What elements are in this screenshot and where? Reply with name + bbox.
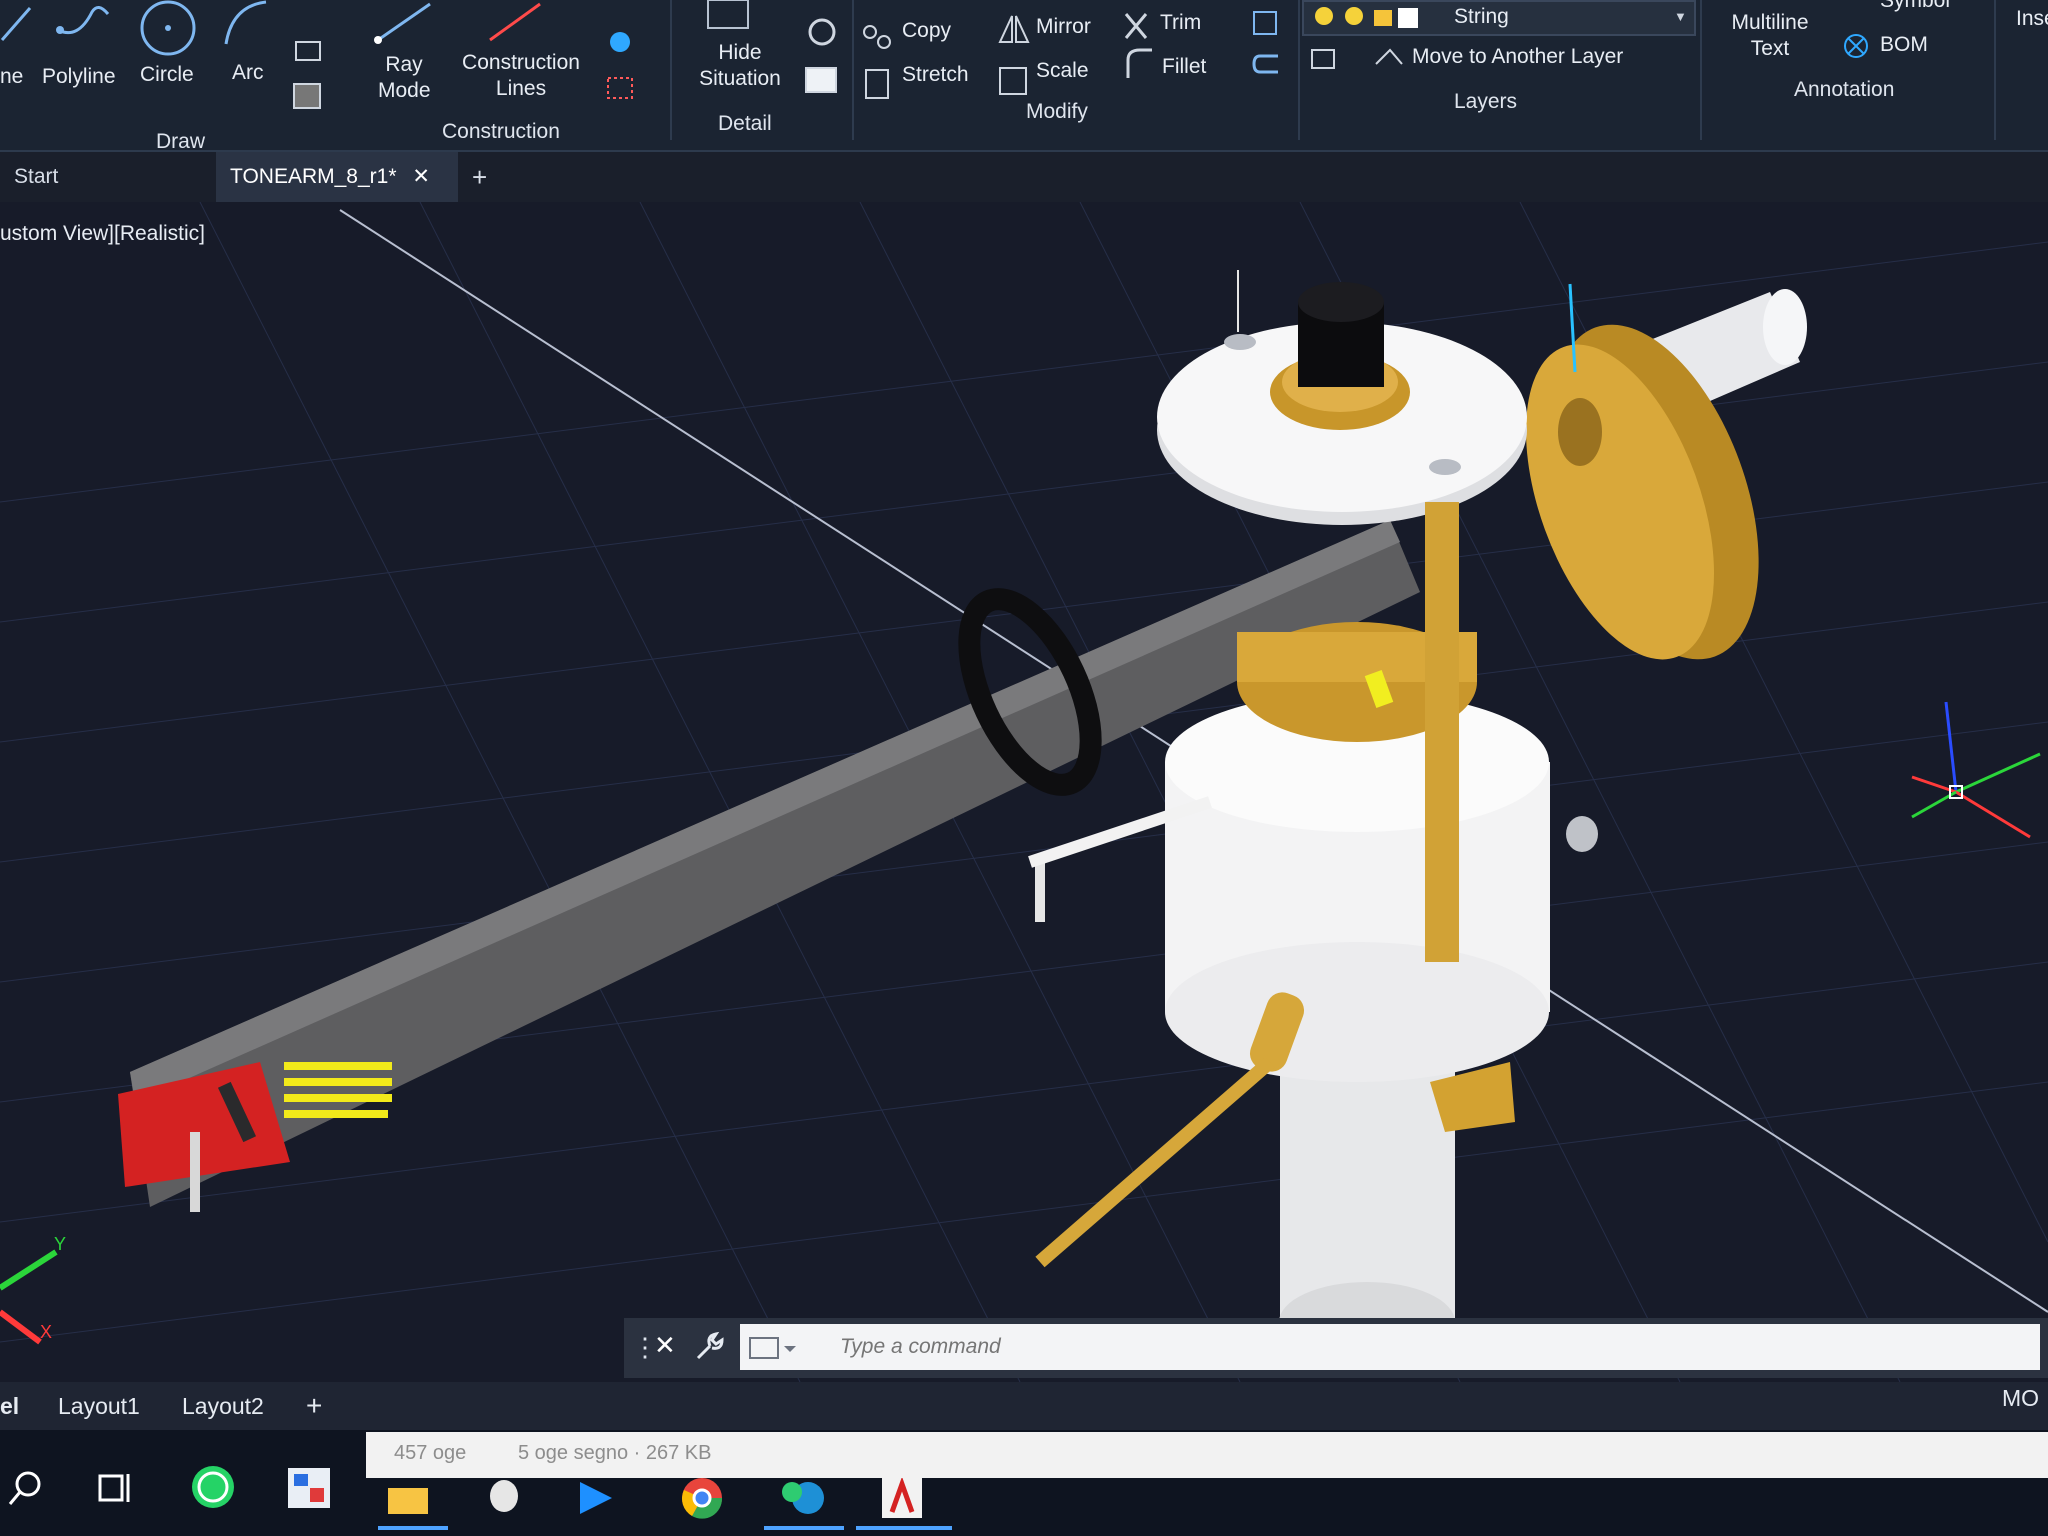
construction-lines-button[interactable]: Construction Lines	[456, 50, 586, 102]
layout-tab-bar: el Layout1 Layout2 + MO	[0, 1382, 2048, 1430]
panel-modify[interactable]: Modify	[1026, 100, 1088, 124]
ucs-y-label: Y	[54, 1234, 66, 1254]
taskbar-active-indicator	[378, 1526, 448, 1530]
construction-line-icon	[489, 2, 541, 42]
bearing-plate	[1157, 282, 1527, 525]
document-tab-bar: Start TONEARM_8_r1* ✕ +	[0, 152, 2048, 202]
panel-draw[interactable]: Draw	[156, 130, 205, 154]
command-history-icon[interactable]	[748, 1336, 798, 1362]
file-explorer-icon[interactable]	[384, 1480, 434, 1516]
trim-construction-icon	[607, 77, 633, 99]
sun-icon	[1345, 7, 1363, 25]
layer-color-swatch	[1398, 8, 1418, 28]
box-icon	[1253, 11, 1277, 35]
mirror-icon	[998, 15, 1030, 43]
app-icon[interactable]	[286, 1466, 332, 1510]
mirror-scale-icons	[998, 15, 1030, 95]
multiline-text-button[interactable]: Multiline Text	[1720, 10, 1820, 62]
layer-state-icons	[1315, 7, 1418, 28]
line-button[interactable]: ne	[0, 64, 23, 90]
wrench-icon[interactable]	[692, 1330, 726, 1364]
tonearm-3d-model: Y X	[0, 202, 2048, 1382]
panel-layers[interactable]: Layers	[1454, 90, 1517, 114]
symbol-button[interactable]: Symbol	[1880, 0, 1950, 14]
bom-icon	[1844, 34, 1868, 58]
close-icon[interactable]: ✕	[412, 165, 430, 188]
ucs-tripod	[1911, 701, 2041, 839]
pivot-column	[1165, 622, 1550, 1362]
stretch-icon	[865, 69, 889, 99]
alien-icon[interactable]	[484, 1478, 524, 1518]
fillet-button[interactable]: Fillet	[1162, 54, 1206, 80]
rectangle-icon	[295, 41, 321, 61]
chrome-icon[interactable]	[680, 1476, 724, 1520]
new-tab-button[interactable]: +	[458, 152, 501, 202]
whatsapp-icon[interactable]	[190, 1464, 236, 1510]
chevron-down-icon: ▼	[1674, 9, 1687, 24]
ucs-x-label: X	[40, 1322, 52, 1342]
mirror-button[interactable]: Mirror	[1036, 14, 1091, 40]
command-input[interactable]	[740, 1324, 2040, 1370]
tab-start[interactable]: Start	[0, 152, 72, 202]
fillet-icon	[1126, 48, 1152, 78]
trim-fillet-icons	[1124, 13, 1152, 78]
media-icon[interactable]	[576, 1478, 616, 1518]
detail-tools-icons	[805, 18, 837, 93]
file-info-strip: 457 oge 5 oge segno · 267 KB	[366, 1432, 2048, 1478]
bulb-icon	[1315, 7, 1333, 25]
polyline-button[interactable]: Polyline	[42, 64, 116, 90]
tab-model[interactable]: el	[0, 1382, 19, 1430]
model-viewport[interactable]: ustom View][Realistic] Y X	[0, 202, 2048, 1382]
draw-tool-icons	[0, 0, 321, 109]
trim-button[interactable]: Trim	[1160, 10, 1201, 36]
unlock-icon	[1374, 10, 1392, 26]
panel-annotation[interactable]: Annotation	[1794, 78, 1894, 102]
autocad-icon[interactable]	[880, 1476, 924, 1520]
scale-button[interactable]: Scale	[1036, 58, 1089, 84]
ribbon: ne Polyline Circle Arc Ray Mode Construc…	[0, 0, 2048, 154]
scale-icon	[999, 67, 1027, 95]
move-layer-icon	[1375, 48, 1403, 65]
bom-button[interactable]: BOM	[1880, 32, 1928, 58]
construction-tools-icons	[607, 32, 633, 99]
command-line: ⋮ ✕	[624, 1318, 2048, 1378]
insert-button[interactable]: Inse	[2016, 6, 2048, 32]
tab-layout2[interactable]: Layout2	[182, 1382, 264, 1430]
copy-stretch-icons	[863, 25, 891, 99]
close-command-icon[interactable]: ✕	[654, 1330, 676, 1361]
line-icon	[0, 7, 32, 41]
file-count: 457 oge	[394, 1442, 467, 1464]
stretch-button[interactable]: Stretch	[902, 62, 969, 88]
add-layout-button[interactable]: +	[306, 1382, 322, 1430]
layer-dropdown[interactable]: String ▼	[1302, 0, 1696, 36]
circle-button[interactable]: Circle	[140, 62, 194, 88]
tab-layout1[interactable]: Layout1	[58, 1382, 140, 1430]
copy-button[interactable]: Copy	[902, 18, 951, 44]
hide-situation-button[interactable]: Hide Situation	[690, 40, 790, 92]
taskbar-active-indicator-2	[764, 1526, 844, 1530]
tab-tonearm-label: TONEARM_8_r1*	[230, 165, 397, 188]
task-view-icon[interactable]	[96, 1470, 136, 1506]
arc-icon	[224, 0, 267, 45]
model-space-toggle[interactable]: MO	[2002, 1374, 2039, 1422]
hide-situation-icon	[707, 0, 749, 29]
file-selection-info: 5 oge segno · 267 KB	[518, 1442, 712, 1464]
trim-icon	[1124, 13, 1148, 39]
panel-detail[interactable]: Detail	[718, 112, 772, 136]
search-icon[interactable]	[6, 1468, 46, 1508]
ray-mode-button[interactable]: Ray Mode	[378, 52, 431, 104]
copy-icon	[863, 25, 877, 39]
tab-tonearm[interactable]: TONEARM_8_r1* ✕	[216, 152, 458, 202]
panel-construction[interactable]: Construction	[442, 120, 560, 144]
move-to-another-layer-button[interactable]: Move to Another Layer	[1412, 44, 1623, 70]
taskbar-active-indicator-3	[856, 1526, 952, 1530]
snap-icon	[610, 32, 630, 52]
modify-extra-icons	[1252, 11, 1278, 74]
ray-icon	[374, 2, 431, 44]
hatch-icon	[293, 83, 321, 109]
offset-icon	[1252, 54, 1278, 74]
arc-button[interactable]: Arc	[232, 60, 264, 86]
polyline-icon	[57, 6, 110, 35]
teams-icon[interactable]	[778, 1476, 828, 1520]
